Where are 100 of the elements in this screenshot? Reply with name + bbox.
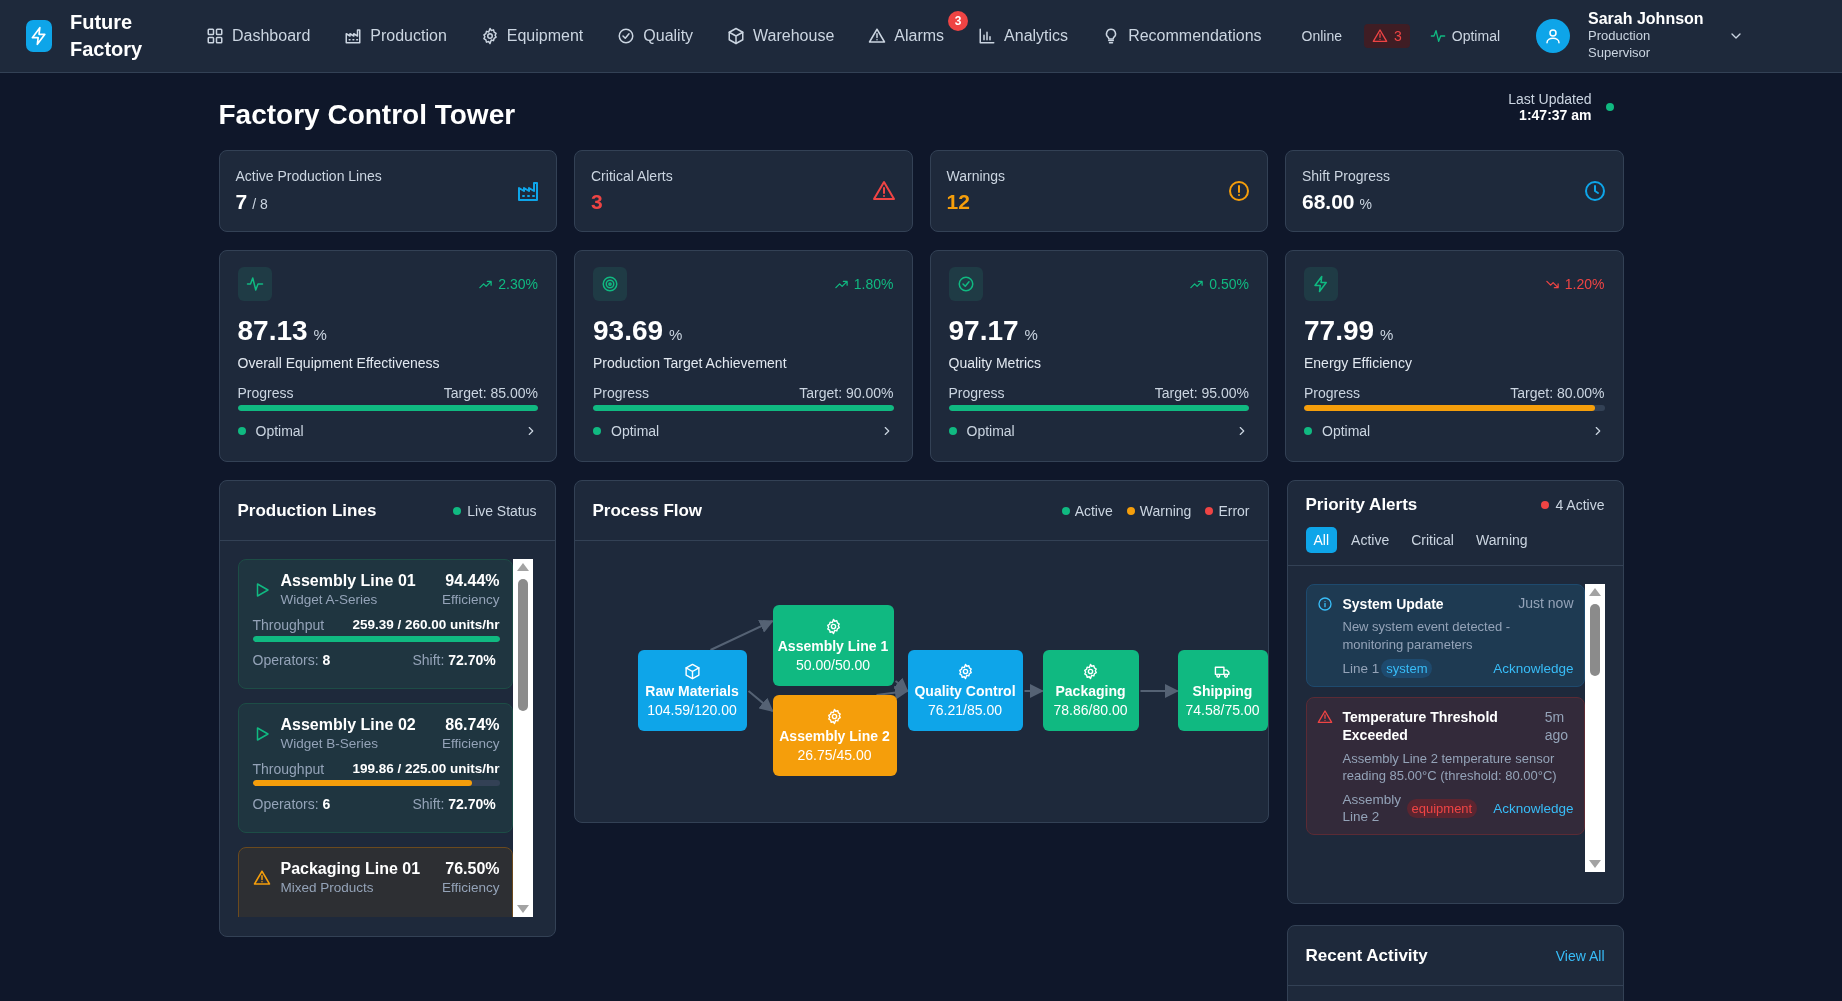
connector-arrow (1139, 684, 1179, 698)
production-line-card[interactable]: Assembly Line 02 Widget B-Series 86.74% Efficiency Throughput 199.86 / 225.00 units/hr Operators: 6 Shift: 72.70% (237, 703, 513, 833)
metric-unit: % (313, 326, 327, 343)
line-name: Assembly Line 02 (280, 716, 416, 734)
status-label: Optimal (611, 423, 660, 439)
kpi-value: 12 (946, 190, 970, 214)
throughput-label: Throughput (252, 617, 325, 633)
legend-label: Active (1074, 502, 1113, 519)
alert-message: New system event detected - monitoring parameters (1342, 618, 1512, 654)
status-dot (593, 427, 601, 435)
nav-item[interactable]: Quality (603, 19, 708, 53)
operators-text: Operators: 8 (252, 652, 332, 668)
user-avatar[interactable] (1536, 19, 1571, 53)
alert-title: Temperature Threshold Exceeded (1342, 708, 1499, 745)
alert-count-pill[interactable]: 3 (1364, 24, 1410, 48)
line-name: Packaging Line 01 (280, 860, 421, 878)
warning-icon (1372, 28, 1388, 44)
grid-icon (206, 27, 224, 45)
progress-label: Progress (948, 385, 1005, 401)
nav-item[interactable]: Warehouse (713, 19, 849, 53)
status-label: Optimal (966, 423, 1015, 439)
view-all-link[interactable]: View All (1555, 947, 1605, 964)
panel-title: Process Flow (592, 500, 703, 521)
legend-label: Error (1218, 502, 1250, 519)
alarm-count-badge: 3 (948, 11, 969, 31)
nav-item[interactable]: Equipment (466, 19, 598, 53)
node-label: Packaging (1055, 683, 1126, 699)
node-value: 74.58/75.00 (1185, 702, 1260, 718)
panel-title: Production Lines (237, 500, 377, 521)
status-label: Optimal (255, 423, 304, 439)
alert-time: 5m ago (1544, 708, 1570, 745)
scrollbar[interactable] (512, 559, 533, 917)
bolt-icon (29, 26, 49, 46)
system-status: Optimal (1451, 28, 1501, 44)
alert-source: Line 1 (1342, 661, 1380, 677)
acknowledge-link[interactable]: Acknowledge (1493, 661, 1574, 677)
bar-chart-icon (978, 27, 997, 45)
kpi-unit: / 8 (252, 196, 268, 212)
acknowledge-link[interactable]: Acknowledge (1493, 800, 1574, 816)
gear-icon (824, 618, 842, 635)
alert-tag: equipment (1406, 798, 1478, 818)
metric-value: 87.13 (237, 315, 308, 347)
throughput-label: Throughput (252, 761, 325, 777)
line-product: Mixed Products (280, 880, 375, 895)
kpi-label: Shift Progress (1302, 168, 1390, 184)
clock-icon (1582, 179, 1607, 203)
kpi-unit: % (1359, 196, 1372, 212)
user-name: Sarah Johnson (1588, 10, 1704, 29)
kpi-value: 7 (235, 190, 248, 214)
target-label: Target: 90.00% (799, 385, 894, 401)
kpi-label: Active Production Lines (235, 168, 382, 184)
pulse-icon (1429, 28, 1446, 44)
alert-count: 3 (1394, 28, 1402, 44)
filter-tab[interactable]: Warning (1467, 527, 1536, 553)
nav-item[interactable]: Dashboard (192, 19, 325, 53)
node-label: Assembly Line 1 (777, 638, 889, 654)
check-circle-icon (956, 275, 975, 293)
metric-unit: % (1380, 326, 1394, 343)
nav-item[interactable]: Production (330, 19, 461, 53)
live-status-label: Live Status (467, 502, 537, 519)
brand-name: Future Factory (70, 10, 144, 62)
scrollbar[interactable] (1584, 584, 1605, 872)
user-icon (1544, 27, 1563, 45)
efficiency-value: 86.74% (444, 716, 500, 734)
kpi-label: Critical Alerts (591, 168, 673, 184)
gear-icon (826, 708, 843, 725)
kpi-value: 3 (591, 190, 603, 214)
filter-tab[interactable]: Active (1343, 527, 1398, 553)
nav-item[interactable]: Recommendations (1088, 19, 1276, 53)
connection-status: Online (1301, 28, 1342, 44)
trend-value: 0.50% (1209, 276, 1249, 292)
gear-icon (1082, 663, 1099, 680)
operators-text: Operators: 6 (252, 796, 332, 812)
filter-tab[interactable]: Critical (1403, 527, 1462, 553)
status-dot (237, 427, 246, 435)
node-value: 104.59/120.00 (647, 702, 737, 718)
warning-icon (871, 179, 896, 203)
target-icon (601, 275, 619, 293)
alert-message: Assembly Line 2 temperature sensor reading 85.00°C (threshold: 80.00°C) (1342, 749, 1558, 785)
kpi-value: 68.00 (1302, 190, 1355, 214)
metric-unit: % (669, 326, 683, 343)
kpi-label: Warnings (946, 168, 1006, 184)
metric-value: 77.99 (1304, 315, 1375, 347)
live-dot (453, 506, 462, 515)
legend-label: Warning (1139, 502, 1192, 519)
progress-label: Progress (593, 385, 650, 401)
trend-value: 1.20% (1564, 276, 1605, 292)
alert-title: System Update (1342, 595, 1444, 614)
production-line-card[interactable]: Assembly Line 01 Widget A-Series 94.44% Efficiency Throughput 259.39 / 260.00 units/hr Operators: 8 Shift: 72.70% (237, 559, 513, 689)
box-icon (727, 27, 746, 45)
node-value: 50.00/50.00 (796, 657, 870, 673)
bolt-icon (1312, 275, 1330, 293)
trend-value: 2.30% (498, 276, 538, 292)
alert-tag: system (1381, 659, 1433, 679)
production-line-card[interactable]: Packaging Line 01 Mixed Products 76.50% Efficiency (237, 847, 513, 917)
panel-title: Priority Alerts (1305, 495, 1418, 515)
target-label: Target: 80.00% (1510, 385, 1605, 401)
trend-value: 1.80% (853, 276, 894, 292)
throughput-value: 199.86 / 225.00 units/hr (352, 761, 500, 777)
node-label: Assembly Line 2 (779, 728, 890, 744)
